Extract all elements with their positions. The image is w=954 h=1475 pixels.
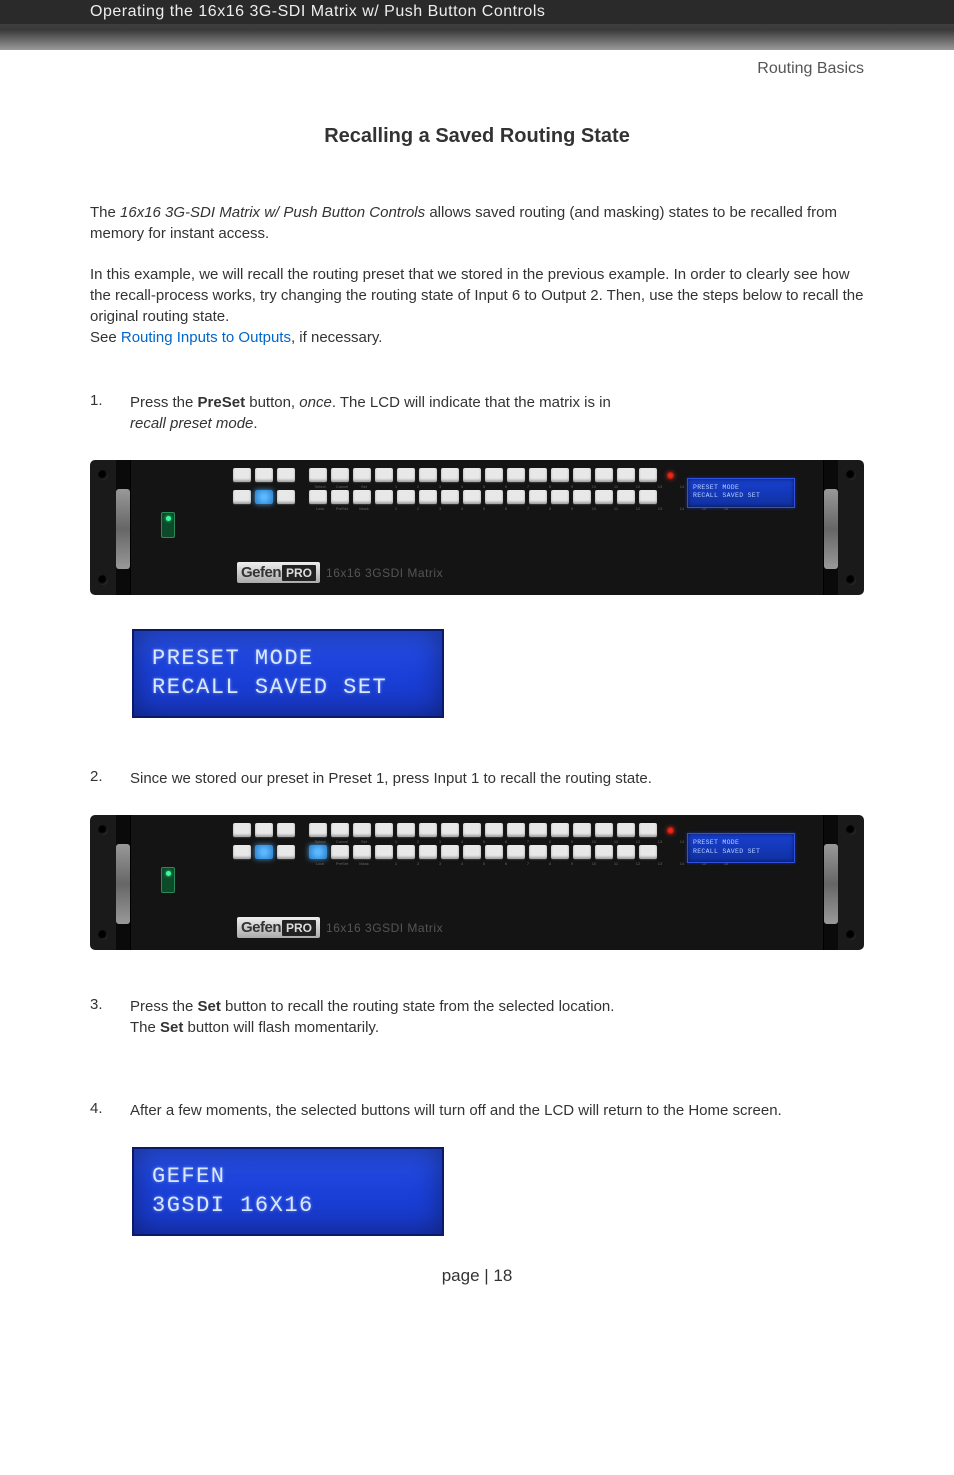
step-3: 3. Press the Set button to recall the ro… (90, 996, 864, 1038)
product-name: 16x16 3G-SDI Matrix w/ Push Button Contr… (120, 204, 425, 221)
power-switch-icon (161, 512, 175, 538)
power-led-icon (667, 827, 674, 834)
chapter-title: Operating the 16x16 3G-SDI Matrix w/ Pus… (0, 0, 954, 24)
intro-block: The 16x16 3G-SDI Matrix w/ Push Button C… (90, 202, 864, 348)
routing-link[interactable]: Routing Inputs to Outputs (121, 329, 291, 346)
step-body: Press the PreSet button, once. The LCD w… (130, 392, 864, 434)
device-image-2: SelectCancelSet 12345678910111213141516 … (90, 815, 864, 950)
gefen-logo: GefenPRO (237, 917, 320, 938)
model-label: 16x16 3GSDI Matrix (326, 566, 443, 580)
power-switch-icon (161, 867, 175, 893)
power-led-icon (667, 472, 674, 479)
step-number: 1. (90, 392, 130, 434)
step-1: 1. Press the PreSet button, once. The LC… (90, 392, 864, 434)
step-number: 4. (90, 1100, 130, 1121)
page-header: Operating the 16x16 3G-SDI Matrix w/ Pus… (0, 0, 954, 50)
steps-list-2: 2. Since we stored our preset in Preset … (90, 768, 864, 789)
device-lcd: PRESET MODE RECALL SAVED SET (687, 478, 795, 508)
intro-paragraph-1: The 16x16 3G-SDI Matrix w/ Push Button C… (90, 202, 864, 244)
device-lcd: PRESET MODE RECALL SAVED SET (687, 833, 795, 863)
device-image-1: SelectCancelSet 12345678910111213141516 … (90, 460, 864, 595)
step-body: After a few moments, the selected button… (130, 1100, 864, 1121)
preset-button-lit (255, 490, 273, 504)
preset-button-ref: PreSet (198, 394, 246, 411)
steps-list-3: 3. Press the Set button to recall the ro… (90, 996, 864, 1038)
lcd-closeup-1: PRESET MODE RECALL SAVED SET (132, 629, 444, 718)
model-label: 16x16 3GSDI Matrix (326, 921, 443, 935)
set-button-ref: Set (198, 998, 221, 1015)
step-2: 2. Since we stored our preset in Preset … (90, 768, 864, 789)
page-content: Recalling a Saved Routing State The 16x1… (0, 50, 954, 1326)
lcd-closeup-2: GEFEN 3GSDI 16X16 (132, 1147, 444, 1236)
step-body: Since we stored our preset in Preset 1, … (130, 768, 864, 789)
step-number: 2. (90, 768, 130, 789)
step-body: Press the Set button to recall the routi… (130, 996, 864, 1038)
step-4: 4. After a few moments, the selected but… (90, 1100, 864, 1121)
page-title: Recalling a Saved Routing State (90, 125, 864, 148)
preset-button-lit (255, 845, 273, 859)
step-number: 3. (90, 996, 130, 1038)
steps-list-4: 4. After a few moments, the selected but… (90, 1100, 864, 1121)
gefen-logo: GefenPRO (237, 562, 320, 583)
section-title: Routing Basics (757, 60, 864, 78)
steps-list: 1. Press the PreSet button, once. The LC… (90, 392, 864, 434)
input-1-button-lit (309, 845, 327, 859)
intro-paragraph-2: In this example, we will recall the rout… (90, 264, 864, 348)
page-number: page | 18 (90, 1266, 864, 1286)
